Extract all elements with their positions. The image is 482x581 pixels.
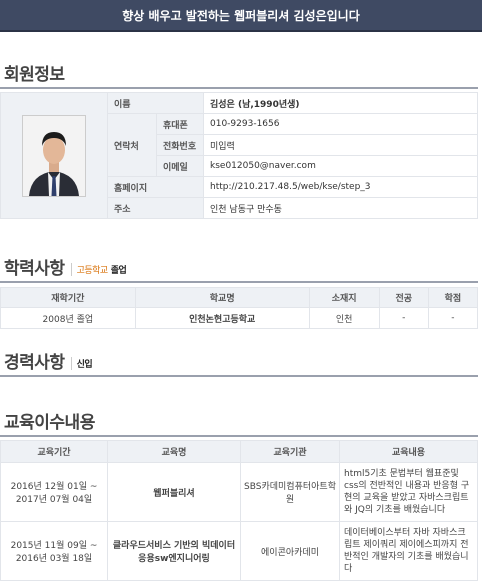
training-period: 2015년 11월 09일 ~ 2016년 03월 18일 — [0, 521, 108, 581]
training-header-period: 교육기간 — [0, 440, 108, 463]
phone-label: 전화번호 — [156, 134, 204, 156]
table-row: 2008년 졸업 인천논현고등학교 인천 - - — [0, 307, 479, 329]
training-title: 교육이수내용 — [4, 413, 95, 433]
training-name: 웹퍼블리셔 — [107, 462, 241, 522]
edu-header-location: 소재지 — [308, 287, 380, 308]
edu-header-period: 재학기간 — [0, 287, 136, 308]
training-content: 데이터베이스부터 자바 자바스크립트 제이쿼리 제이에스피까지 전반적인 개발자… — [339, 521, 478, 581]
edu-grade: - — [427, 307, 479, 329]
address-value: 인천 남동구 만수동 — [203, 197, 478, 219]
training-section-title: 교육이수내용 — [0, 408, 478, 437]
career-title: 경력사항 — [4, 353, 65, 373]
training-name: 클라우드서비스 기반의 빅데이터 응용sw엔지니어링 — [107, 521, 241, 581]
edu-header-grade: 학점 — [427, 287, 479, 308]
edu-school: 인천논현고등학교 — [134, 307, 310, 329]
education-title: 학력사항 — [4, 259, 65, 279]
career-section-title: 경력사항 신입 — [0, 348, 478, 377]
training-period-end: 2017년 07월 04일 — [15, 495, 93, 505]
training-header-name: 교육명 — [107, 440, 241, 463]
education-table: 재학기간 학교명 소재지 전공 학점 2008년 졸업 인천논현고등학교 인천 … — [0, 287, 479, 329]
education-sub: 고등학교 졸업 — [70, 263, 127, 276]
training-institution: 에이콘아카데미 — [240, 521, 340, 581]
phone-value: 미입력 — [203, 134, 478, 156]
contact-label: 연락처 — [107, 113, 157, 177]
mobile-value: 010-9293-1656 — [203, 113, 478, 135]
career-status: 신입 — [70, 357, 93, 370]
training-header-content: 교육내용 — [339, 440, 478, 463]
name-value: 김성은 (남,1990년생) — [203, 92, 478, 114]
homepage-label: 홈페이지 — [107, 176, 204, 198]
name-label: 이름 — [107, 92, 204, 114]
photo-cell — [0, 92, 108, 219]
profile-photo — [22, 114, 86, 197]
training-period-start: 2015년 11월 09일 ~ — [10, 541, 98, 551]
mobile-label: 휴대폰 — [156, 113, 204, 135]
address-label: 주소 — [107, 197, 204, 219]
education-status: 졸업 — [110, 266, 127, 276]
email-label: 이메일 — [156, 155, 204, 177]
training-content: html5기초 문법부터 웹표준및 css의 전반적인 내용과 반응형 구현의 … — [339, 462, 478, 522]
edu-header-major: 전공 — [378, 287, 429, 308]
training-period: 2016년 12월 01일 ~ 2017년 07월 04일 — [0, 462, 108, 522]
profile-photo-image — [23, 115, 85, 196]
edu-header-school: 학교명 — [134, 287, 310, 308]
training-period-start: 2016년 12월 01일 ~ — [10, 482, 98, 492]
education-section-title: 학력사항 고등학교 졸업 — [0, 254, 478, 283]
edu-major: - — [378, 307, 429, 329]
top-banner: 향상 배우고 발전하는 웹퍼블리셔 김성은입니다 — [0, 0, 482, 32]
member-title: 회원정보 — [4, 65, 65, 85]
email-value[interactable]: kse012050@naver.com — [203, 155, 478, 177]
table-row: 2015년 11월 09일 ~ 2016년 03월 18일 클라우드서비스 기반… — [0, 521, 478, 581]
edu-location: 인천 — [308, 307, 380, 329]
member-info-table: 이름 김성은 (남,1990년생) 연락처 휴대폰 010-9293-1656 … — [0, 92, 478, 219]
training-header-institution: 교육기관 — [240, 440, 340, 463]
education-level: 고등학교 — [76, 266, 109, 276]
edu-period: 2008년 졸업 — [0, 307, 136, 329]
homepage-link[interactable]: http://210.217.48.5/web/kse/step_3 — [203, 176, 478, 198]
training-table: 교육기간 교육명 교육기관 교육내용 2016년 12월 01일 ~ 2017년… — [0, 440, 478, 581]
table-row: 2016년 12월 01일 ~ 2017년 07월 04일 웹퍼블리셔 SBS카… — [0, 462, 478, 522]
training-period-end: 2016년 03월 18일 — [15, 554, 93, 564]
member-section-title: 회원정보 — [0, 60, 478, 89]
training-institution: SBS카데미컴퓨터아트학원 — [240, 462, 340, 522]
